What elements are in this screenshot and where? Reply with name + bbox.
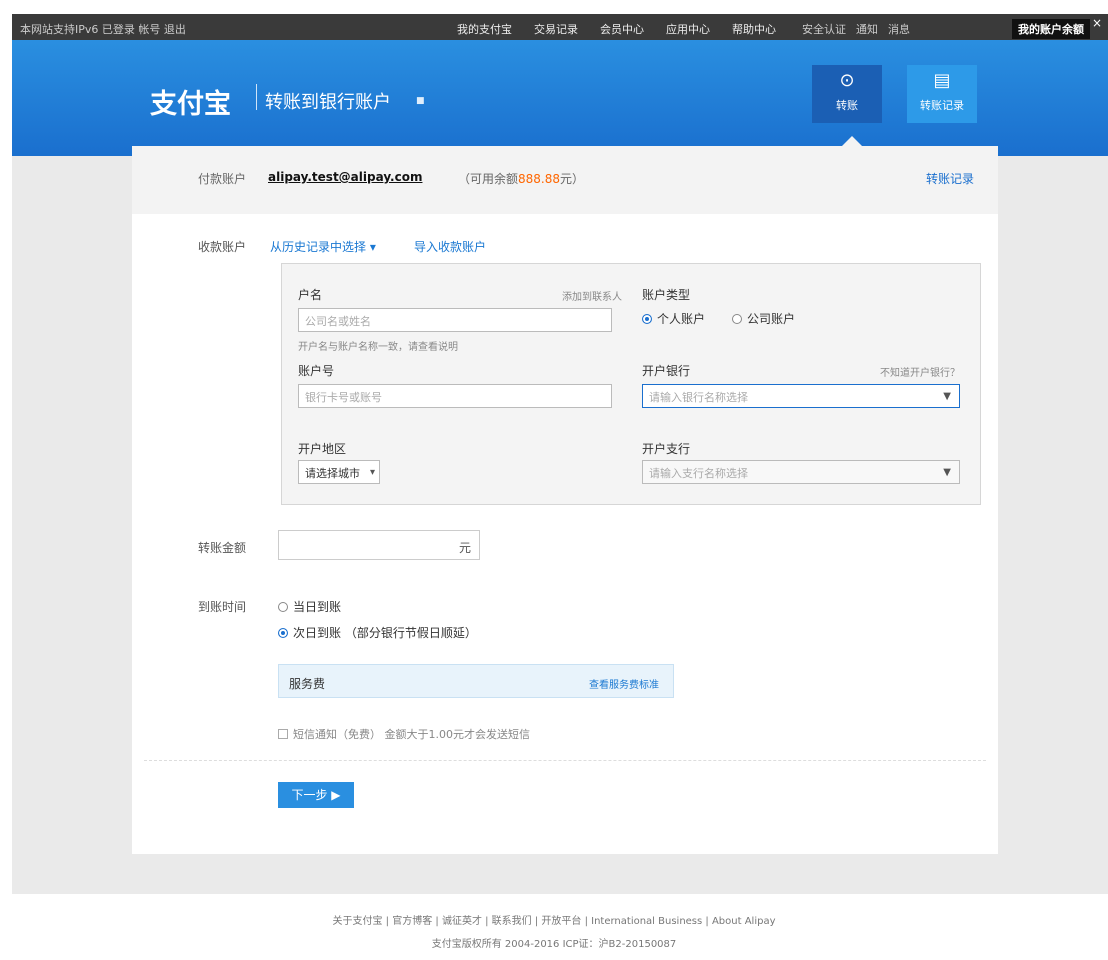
- region-select[interactable]: 请选择城市 ▾: [298, 460, 380, 484]
- alipay-logo[interactable]: 支付宝: [150, 82, 231, 121]
- service-fee-box: 服务费 查看服务费标准: [278, 664, 674, 698]
- transfer-form-panel: 付款账户 alipay.test@alipay.com （可用余额888.88元…: [132, 146, 998, 854]
- name-input[interactable]: 公司名或姓名: [298, 308, 612, 332]
- user-info[interactable]: 本网站支持IPv6 已登录 帐号 退出: [20, 21, 186, 37]
- header-divider: [256, 84, 257, 110]
- footer-links[interactable]: 关于支付宝 | 官方博客 | 诚征英才 | 联系我们 | 开放平台 | Inte…: [0, 912, 1108, 927]
- account-number-input[interactable]: 银行卡号或账号: [298, 384, 612, 408]
- region-label: 开户地区: [298, 442, 347, 456]
- next-step-button[interactable]: 下一步 ▶: [278, 782, 354, 808]
- radio-personal-account[interactable]: 个人账户: [642, 310, 705, 327]
- import-account-link[interactable]: 导入收款账户: [414, 238, 486, 255]
- chevron-down-icon: ▼: [943, 467, 951, 478]
- amount-input[interactable]: 元: [278, 530, 480, 560]
- title-square-icon: ■: [416, 96, 425, 106]
- page-title: 转账到银行账户: [265, 92, 391, 113]
- balance-text: （可用余额888.88元）: [458, 172, 585, 186]
- top-nav-item[interactable]: 我的支付宝: [457, 21, 512, 37]
- radio-selected-icon: [278, 627, 288, 638]
- bank-help-link[interactable]: 不知道开户银行？: [880, 364, 960, 379]
- account-badge[interactable]: 我的账户余额: [1012, 19, 1090, 39]
- footer: 关于支付宝 | 官方博客 | 诚征英才 | 联系我们 | 开放平台 | Inte…: [0, 912, 1108, 950]
- top-right-link[interactable]: 通知: [856, 21, 878, 37]
- page-header: 支付宝 转账到银行账户 ■ ⊙ 转账 ▤ 转账记录: [12, 40, 1108, 156]
- top-bar: 本网站支持IPv6 已登录 帐号 退出 我的支付宝 交易记录 会员中心 应用中心…: [12, 14, 1108, 40]
- amount-label: 转账金额: [198, 541, 247, 555]
- top-nav: 我的支付宝 交易记录 会员中心 应用中心 帮助中心: [457, 21, 776, 37]
- records-link[interactable]: 转账记录: [926, 170, 974, 187]
- bank-select[interactable]: 请输入银行名称选择 ▼: [642, 384, 960, 408]
- top-nav-item[interactable]: 应用中心: [666, 21, 710, 37]
- record-icon: ▤: [933, 70, 951, 91]
- branch-label: 开户支行: [642, 442, 691, 456]
- region-select-value: 请选择城市: [305, 467, 360, 480]
- payee-details-box: 户名 添加到联系人 公司名或姓名 开户名与账户名称一致，请查看说明 账户类型 个…: [281, 263, 981, 505]
- close-icon[interactable]: ×: [1092, 16, 1102, 30]
- fee-standard-link[interactable]: 查看服务费标准: [589, 676, 659, 691]
- payer-label: 付款账户: [198, 172, 247, 186]
- bank-select-placeholder: 请输入银行名称选择: [649, 391, 748, 404]
- transfer-icon: ⊙: [839, 70, 855, 91]
- top-nav-item[interactable]: 帮助中心: [732, 21, 776, 37]
- radio-company-account[interactable]: 公司账户: [732, 310, 795, 327]
- radio-next-day[interactable]: 次日到账 （部分银行节假日顺延）: [278, 624, 477, 641]
- radio-empty-icon: [732, 313, 742, 324]
- checkbox-icon: [278, 729, 288, 739]
- transfer-records-label: 转账记录: [920, 99, 964, 112]
- name-label: 户名: [298, 288, 323, 302]
- radio-same-day[interactable]: 当日到账: [278, 598, 341, 615]
- branch-select-placeholder: 请输入支行名称选择: [649, 467, 748, 480]
- account-number-label: 账户号: [298, 364, 335, 378]
- radio-selected-icon: [642, 313, 652, 324]
- sms-notify-checkbox[interactable]: 短信通知（免费） 金额大于1.00元才会发送短信: [278, 726, 530, 742]
- top-nav-item[interactable]: 交易记录: [534, 21, 578, 37]
- name-help: 开户名与账户名称一致，请查看说明: [298, 342, 458, 353]
- divider: [144, 760, 986, 761]
- top-right-links: 安全认证 通知 消息: [802, 21, 910, 37]
- transfer-button-label: 转账: [836, 99, 858, 112]
- footer-copyright: 支付宝版权所有 2004-2016 ICP证：沪B2-20150087: [431, 939, 677, 950]
- chevron-down-icon: ▼: [943, 391, 951, 402]
- transfer-records-button[interactable]: ▤ 转账记录: [907, 65, 977, 123]
- top-right-link[interactable]: 消息: [888, 21, 910, 37]
- radio-empty-icon: [278, 601, 288, 612]
- balance-value: 888.88: [518, 172, 561, 186]
- amount-unit: 元: [458, 541, 471, 555]
- branch-select[interactable]: 请输入支行名称选择 ▼: [642, 460, 960, 484]
- history-select-link[interactable]: 从历史记录中选择 ▾: [270, 238, 376, 255]
- top-right-link[interactable]: 安全认证: [802, 21, 846, 37]
- service-fee-title: 服务费: [289, 677, 326, 691]
- active-tab-caret: [842, 136, 862, 146]
- payee-label: 收款账户: [198, 240, 247, 254]
- payer-email: alipay.test@alipay.com: [268, 170, 423, 184]
- top-nav-item[interactable]: 会员中心: [600, 21, 644, 37]
- account-type-label: 账户类型: [642, 288, 691, 302]
- add-contact-link[interactable]: 添加到联系人: [562, 288, 622, 303]
- transfer-button[interactable]: ⊙ 转账: [812, 65, 882, 123]
- chevron-down-icon: ▾: [369, 467, 375, 478]
- arrival-label: 到账时间: [198, 600, 247, 614]
- bank-label: 开户银行: [642, 364, 691, 378]
- payer-account-row: 付款账户 alipay.test@alipay.com （可用余额888.88元…: [132, 146, 998, 214]
